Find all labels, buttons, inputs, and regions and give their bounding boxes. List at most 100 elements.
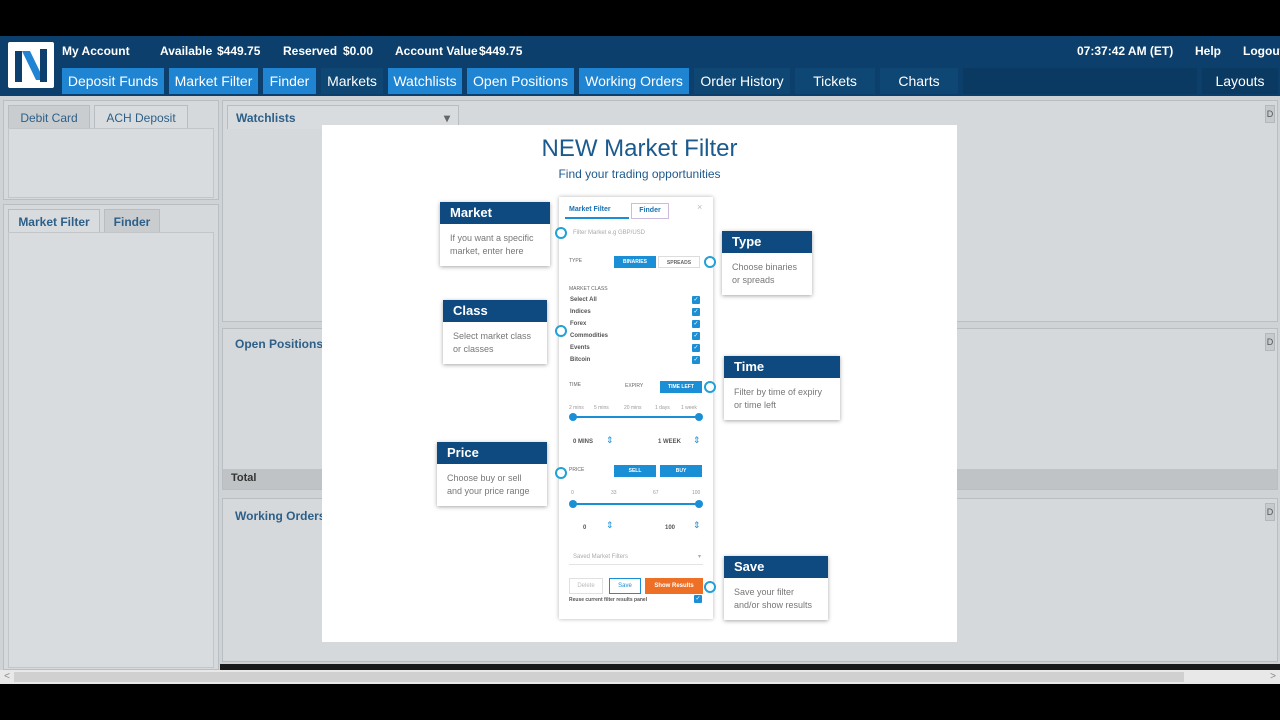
mockup-time-tick-2: 20 mins	[624, 405, 642, 411]
mockup-sell-button: SELL	[614, 465, 656, 477]
callout-save-body: Save your filter and/or show results	[734, 587, 813, 610]
scroll-thumb[interactable]	[14, 672, 1184, 682]
logout-link[interactable]: Logout	[1243, 44, 1280, 58]
time-connector-dot	[704, 381, 716, 393]
mockup-spreads-button: SPREADS	[658, 256, 700, 268]
nav-charts[interactable]: Charts	[880, 68, 958, 94]
modal-title: NEW Market Filter	[541, 135, 738, 162]
available-value: $449.75	[217, 44, 261, 58]
mockup-time-tick-0: 2 mins	[569, 405, 584, 411]
total-label: Total	[231, 472, 257, 484]
callout-class-body: Select market class or classes	[453, 331, 532, 354]
mockup-price-tick-3: 100	[692, 490, 701, 496]
help-link[interactable]: Help	[1195, 44, 1221, 58]
chevron-down-icon: ▾	[697, 554, 701, 560]
account-value: $449.75	[479, 44, 523, 58]
modal-subtitle: Find your trading opportunities	[558, 167, 721, 181]
nav-spacer	[963, 68, 1197, 94]
nav-layouts[interactable]: Layouts	[1202, 68, 1278, 94]
mockup-time-label: TIME	[569, 382, 581, 388]
mockup-price-max: 100	[665, 525, 676, 531]
watchlists-label: Watchlists	[236, 111, 296, 125]
watchlists-panel-button[interactable]: D	[1265, 105, 1275, 123]
mockup-price-min-spinner-icon: ⇕	[606, 520, 614, 530]
mockup-checkbox-forex: ✓	[692, 320, 700, 328]
callout-class-title: Class	[443, 300, 547, 322]
nav-watchlists[interactable]: Watchlists	[388, 68, 462, 94]
top-bar: My Account Available $449.75 Reserved $0…	[0, 36, 1280, 96]
mockup-time-tick-3: 1 days	[655, 405, 670, 411]
tab-market-filter[interactable]: Market Filter	[8, 209, 100, 233]
mockup-checkbox-bitcoin: ✓	[692, 356, 700, 364]
callout-save-title: Save	[724, 556, 828, 578]
callout-class: Class Select market class or classes	[443, 300, 547, 364]
mockup-time-slider	[573, 416, 699, 418]
mockup-price-knob-max	[695, 500, 703, 508]
working-orders-label: Working Orders	[235, 509, 326, 523]
nav-working-orders[interactable]: Working Orders	[579, 68, 689, 94]
mockup-price-knob-min	[569, 500, 577, 508]
mockup-checkbox-commodities: ✓	[692, 332, 700, 340]
mockup-price-tick-1: 33	[611, 490, 617, 496]
save-connector-dot	[704, 581, 716, 593]
mockup-checkbox-indices: ✓	[692, 308, 700, 316]
mockup-price-max-spinner-icon: ⇕	[693, 520, 701, 530]
mockup-checkbox-select-all: ✓	[692, 296, 700, 304]
callout-price: Price Choose buy or sell and your price …	[437, 442, 547, 506]
callout-price-title: Price	[437, 442, 547, 464]
mockup-reuse-label: Reuse current filter results panel	[569, 597, 648, 603]
my-account-link[interactable]: My Account	[62, 44, 130, 58]
mockup-time-tick-1: 5 mins	[594, 405, 609, 411]
mockup-time-knob-min	[569, 413, 577, 421]
callout-time: Time Filter by time of expiry or time le…	[724, 356, 840, 420]
mockup-type-label: TYPE	[569, 258, 583, 264]
nav-order-history[interactable]: Order History	[694, 68, 790, 94]
mockup-class-events: Events	[570, 345, 590, 351]
clock: 07:37:42 AM (ET)	[1077, 44, 1174, 58]
market-filter-body	[8, 232, 214, 668]
open-positions-panel-button[interactable]: D	[1265, 333, 1275, 351]
mockup-tab-market-filter: Market Filter	[565, 203, 629, 219]
type-connector-dot	[704, 256, 716, 268]
mockup-reuse-checkbox: ✓	[694, 595, 702, 603]
nav-deposit-funds[interactable]: Deposit Funds	[62, 68, 164, 94]
callout-market-title: Market	[440, 202, 550, 224]
reserved-value: $0.00	[343, 44, 374, 58]
nav-finder[interactable]: Finder	[263, 68, 316, 94]
nav-open-positions[interactable]: Open Positions	[467, 68, 574, 94]
mockup-time-left-button: TIME LEFT	[660, 381, 702, 393]
tab-ach-deposit[interactable]: ACH Deposit	[94, 105, 188, 129]
account-value-label: Account Value	[395, 44, 478, 58]
scroll-right-icon[interactable]: >	[1266, 670, 1280, 684]
callout-save: Save Save your filter and/or show result…	[724, 556, 828, 620]
mockup-tab-finder: Finder	[631, 203, 669, 219]
mockup-time-min: 0 MINS	[573, 439, 594, 445]
open-positions-label: Open Positions	[235, 337, 324, 351]
mockup-class-forex: Forex	[570, 321, 587, 327]
horizontal-scrollbar[interactable]: < >	[0, 670, 1280, 684]
mockup-show-results-button: Show Results	[645, 578, 703, 594]
tab-finder[interactable]: Finder	[104, 209, 160, 233]
available-label: Available	[160, 44, 213, 58]
mockup-class-commodities: Commodities	[570, 333, 609, 339]
app-screen: My Account Available $449.75 Reserved $0…	[0, 36, 1280, 684]
market-filter-panel: Market Filter Finder	[3, 204, 219, 670]
nadex-logo[interactable]	[8, 42, 54, 88]
mockup-price-tick-2: 67	[653, 490, 659, 496]
callout-type: Type Choose binaries or spreads	[722, 231, 812, 295]
mockup-price-label: PRICE	[569, 467, 585, 473]
mockup-expiry-button: EXPIRY	[625, 383, 644, 389]
nav-market-filter[interactable]: Market Filter	[169, 68, 258, 94]
working-orders-panel-button[interactable]: D	[1265, 503, 1275, 521]
close-icon: ×	[697, 202, 703, 212]
nav-markets[interactable]: Markets	[321, 68, 383, 94]
nav-tickets[interactable]: Tickets	[795, 68, 875, 94]
mockup-saved-filters-label: Saved Market Filters	[573, 554, 629, 560]
mockup-binaries-button: BINARIES	[614, 256, 656, 268]
mockup-time-max-spinner-icon: ⇕	[693, 435, 701, 445]
scroll-left-icon[interactable]: <	[0, 670, 14, 684]
mockup-time-min-spinner-icon: ⇕	[606, 435, 614, 445]
mockup-price-min: 0	[583, 525, 587, 531]
tab-debit-card[interactable]: Debit Card	[8, 105, 90, 129]
deposit-panel-body	[8, 128, 214, 198]
